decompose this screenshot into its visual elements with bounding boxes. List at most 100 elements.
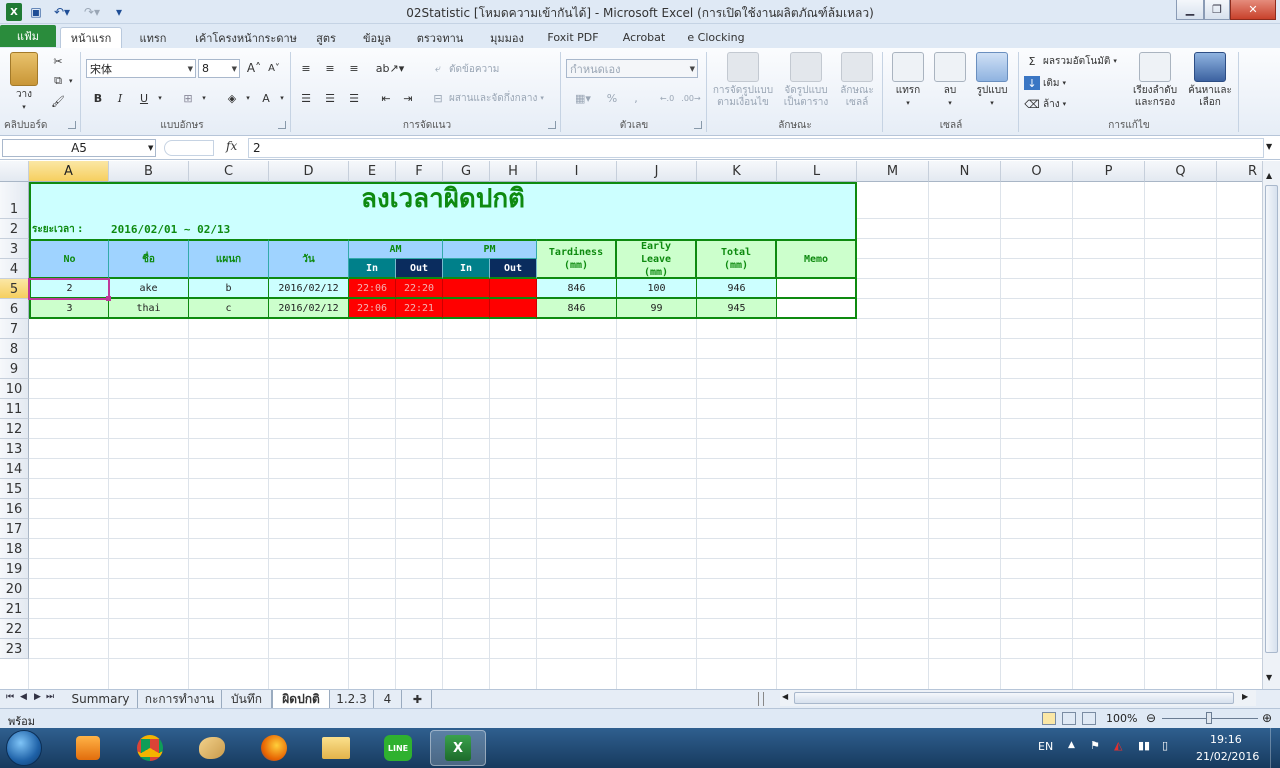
page-layout-view-icon[interactable] [1062, 712, 1076, 725]
file-tab[interactable]: แฟ้ม [0, 25, 56, 47]
cell-tardiness[interactable]: 846 [537, 279, 617, 299]
tab-data[interactable]: ข้อมูล [354, 27, 400, 48]
number-format-combo[interactable]: กำหนดเอง ▼ [566, 59, 698, 78]
horizontal-scrollbar[interactable]: ◀ ▶ [780, 690, 1256, 706]
cell-pm-in[interactable] [443, 279, 490, 299]
firefox-app[interactable] [246, 730, 302, 766]
column-header-m[interactable]: M [857, 161, 929, 182]
clipboard-launcher-icon[interactable] [68, 121, 76, 129]
battery-icon[interactable]: ▯ [1162, 739, 1168, 752]
column-header-j[interactable]: J [617, 161, 697, 182]
cell-total[interactable]: 946 [697, 279, 777, 299]
column-header-r[interactable]: R [1217, 161, 1262, 182]
vertical-scrollbar[interactable]: ▲ ▼ [1262, 161, 1280, 689]
borders-dropdown-icon[interactable]: ▾ [196, 90, 212, 106]
increase-indent-icon[interactable]: ⇥ [400, 90, 416, 106]
tab-review[interactable]: ตรวจทาน [408, 27, 472, 48]
column-header-c[interactable]: C [189, 161, 269, 182]
cell-no[interactable]: 3 [29, 299, 109, 319]
language-indicator[interactable]: EN [1038, 740, 1053, 753]
sheet-tab-4[interactable]: 4 [374, 690, 402, 708]
formula-splitter[interactable] [164, 140, 214, 156]
row-header-1[interactable]: 1 [0, 182, 29, 219]
redo-icon[interactable]: ↷▾ [80, 3, 104, 21]
column-header-f[interactable]: F [396, 161, 443, 182]
row-header-6[interactable]: 6 [0, 299, 29, 319]
tab-home[interactable]: หน้าแรก [60, 27, 122, 48]
sheet-tab-abnormal[interactable]: ผิดปกติ [272, 690, 330, 708]
line-app[interactable]: LINE [370, 730, 426, 766]
cell-memo[interactable] [777, 279, 857, 299]
cell-dept[interactable]: b [189, 279, 269, 299]
sheet-tab-record[interactable]: บันทึก [222, 690, 272, 708]
excel-app[interactable]: X [430, 730, 486, 766]
row-header-16[interactable]: 16 [0, 499, 29, 519]
zoom-slider-thumb[interactable] [1206, 712, 1212, 724]
cell-early-leave[interactable]: 99 [617, 299, 697, 319]
merge-center-button[interactable]: ⊟ ผสานและจัดกึ่งกลาง ▾ [430, 89, 543, 107]
undo-icon[interactable]: ↶▾ [50, 3, 74, 21]
borders-icon[interactable]: ⊞ [180, 90, 196, 106]
tab-foxit-pdf[interactable]: Foxit PDF [542, 27, 604, 48]
row-header-9[interactable]: 9 [0, 359, 29, 379]
show-desktop-button[interactable] [1270, 728, 1280, 768]
zoom-in-icon[interactable]: ⊕ [1262, 711, 1272, 725]
cell-name[interactable]: ake [109, 279, 189, 299]
cell-am-in[interactable]: 22:06 [349, 299, 396, 319]
clear-button[interactable]: ⌫ ล้าง ▾ [1024, 95, 1066, 113]
fill-button[interactable]: ↓ เติม ▾ [1024, 74, 1066, 92]
last-sheet-icon[interactable]: ⏭ [46, 692, 54, 702]
tab-insert[interactable]: แทรก [128, 27, 178, 48]
find-select-button[interactable]: ค้นหาและ เลือก [1184, 52, 1236, 109]
align-center-icon[interactable]: ☰ [322, 90, 338, 106]
name-box-dropdown-icon[interactable]: ▼ [148, 144, 153, 152]
decrease-decimal-icon[interactable]: .00→ [680, 90, 702, 106]
row-header-20[interactable]: 20 [0, 579, 29, 599]
clock-time[interactable]: 19:16 [1210, 733, 1242, 746]
close-button[interactable]: ✕ [1230, 0, 1276, 20]
expand-formula-bar-icon[interactable]: ▼ [1266, 142, 1272, 151]
zoom-out-icon[interactable]: ⊖ [1146, 711, 1156, 725]
scroll-right-icon[interactable]: ▶ [1242, 692, 1248, 701]
tab-e-clocking[interactable]: e Clocking [684, 27, 748, 48]
chrome-app[interactable] [122, 730, 178, 766]
sort-filter-button[interactable]: เรียงลำดับ และกรอง [1128, 52, 1182, 109]
font-color-dropdown-icon[interactable]: ▾ [274, 90, 290, 106]
show-hidden-icons-icon[interactable]: ▲ [1068, 740, 1075, 750]
sheet-tab-summary[interactable]: Summary [64, 690, 138, 708]
row-header-19[interactable]: 19 [0, 559, 29, 579]
minimize-button[interactable]: ▁ [1176, 0, 1204, 20]
cell-dept[interactable]: c [189, 299, 269, 319]
number-launcher-icon[interactable] [694, 121, 702, 129]
wrap-text-button[interactable]: ⤶ ตัดข้อความ [430, 60, 499, 78]
copy-button[interactable]: ⧉ ▾ [50, 72, 72, 90]
autosum-button[interactable]: Σ ผลรวมอัตโนมัติ ▾ [1024, 52, 1117, 70]
save-icon[interactable]: ▣ [28, 3, 44, 21]
currency-icon[interactable]: ▦▾ [570, 90, 596, 106]
scroll-left-icon[interactable]: ◀ [782, 692, 788, 701]
cell-am-out[interactable]: 22:20 [396, 279, 443, 299]
tab-splitter[interactable] [758, 692, 764, 706]
format-cells-button[interactable]: รูปแบบ ▾ [972, 52, 1012, 109]
row-header-4[interactable]: 4 [0, 259, 29, 279]
cell-am-out[interactable]: 22:21 [396, 299, 443, 319]
underline-icon[interactable]: U [136, 90, 152, 106]
row-header-23[interactable]: 23 [0, 639, 29, 659]
shrink-font-icon[interactable]: A˅ [266, 60, 282, 76]
column-header-i[interactable]: I [537, 161, 617, 182]
first-sheet-icon[interactable]: ⏮ [6, 692, 14, 702]
cell-total[interactable]: 945 [697, 299, 777, 319]
tab-acrobat[interactable]: Acrobat [616, 27, 672, 48]
decrease-indent-icon[interactable]: ⇤ [378, 90, 394, 106]
row-header-3[interactable]: 3 [0, 239, 29, 259]
page-break-view-icon[interactable] [1082, 712, 1096, 725]
row-header-18[interactable]: 18 [0, 539, 29, 559]
insert-cells-button[interactable]: แทรก ▾ [888, 52, 928, 109]
row-header-22[interactable]: 22 [0, 619, 29, 639]
fill-color-icon[interactable]: ◈ [224, 90, 240, 106]
media-player-app[interactable] [60, 730, 116, 766]
action-center-icon[interactable]: ⚑ [1090, 739, 1100, 752]
cell-no[interactable]: 2 [29, 279, 109, 299]
worksheet-grid[interactable]: A B C D E F G H I J K L M N O P Q R 1 2 3 4 5 6 7 8 9 10 11 12 13 14 15 1… [0, 161, 1262, 689]
scroll-up-icon[interactable]: ▲ [1266, 171, 1272, 180]
